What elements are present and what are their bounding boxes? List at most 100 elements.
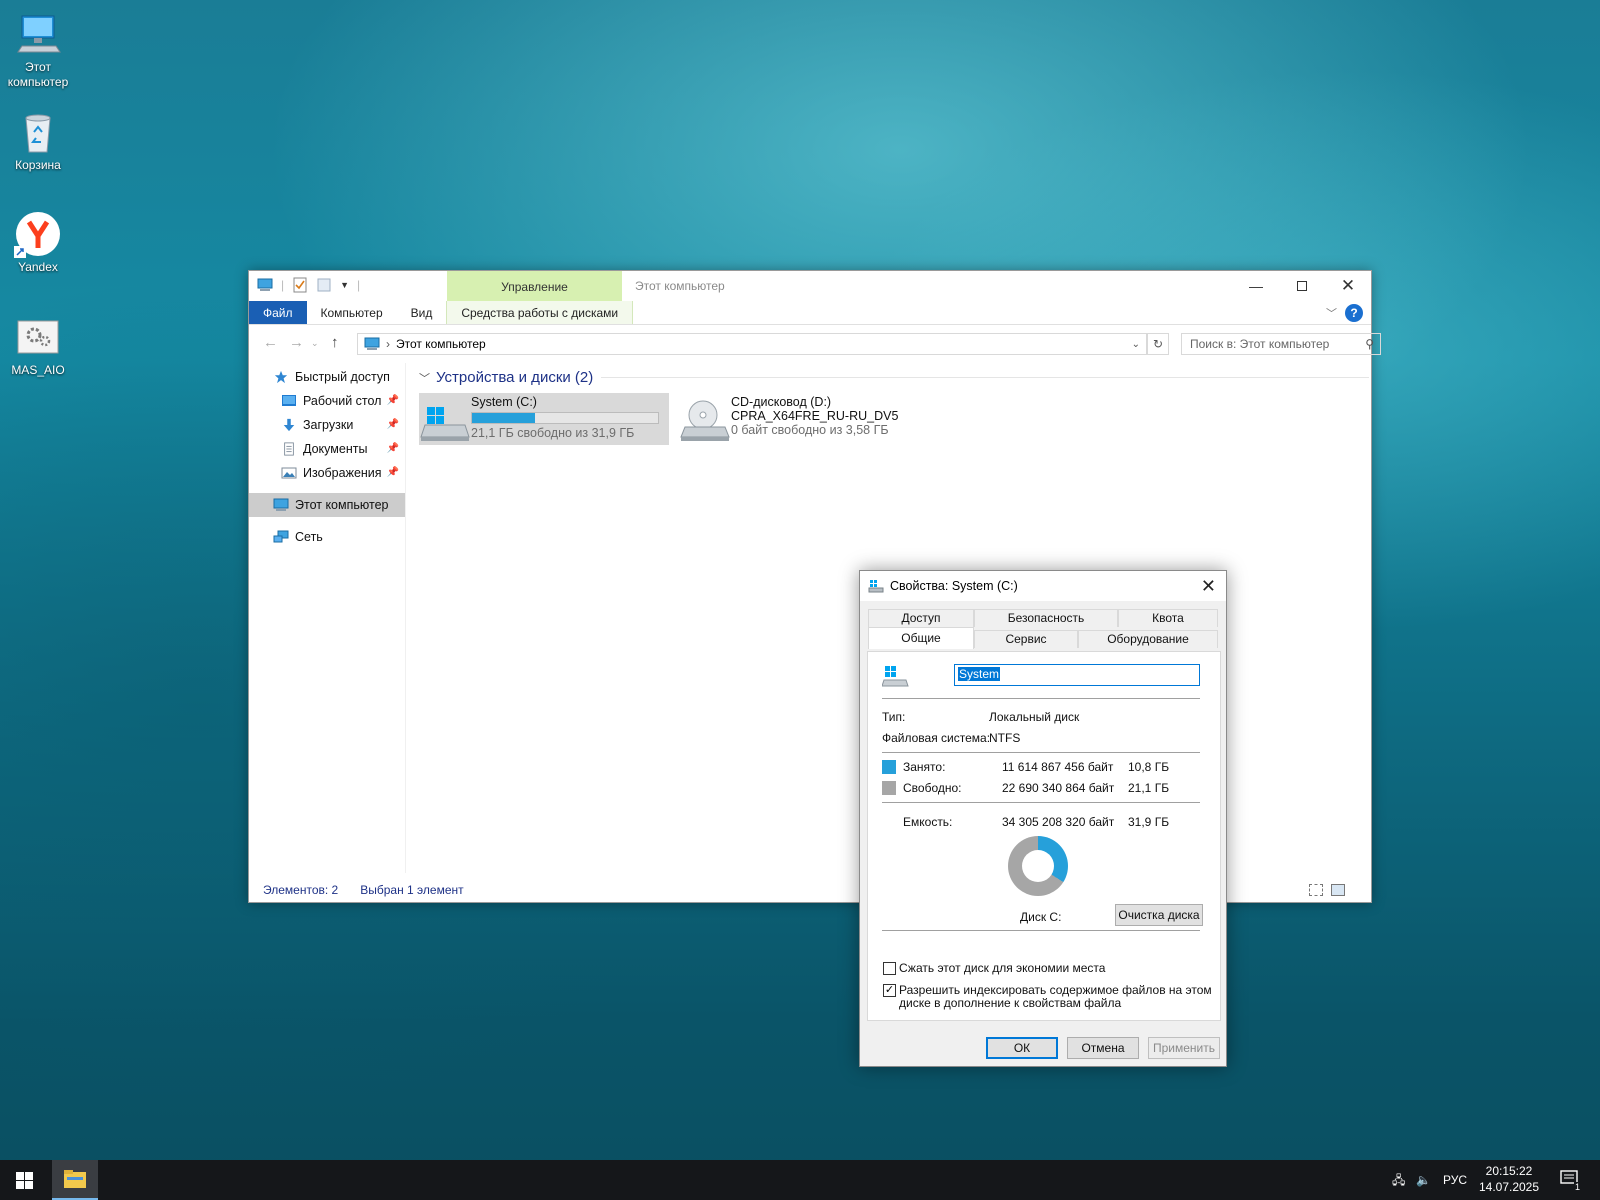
selection-count: Выбран 1 элемент bbox=[360, 883, 464, 897]
properties-icon[interactable] bbox=[292, 277, 308, 293]
chevron-down-icon: ﹀ bbox=[419, 372, 430, 385]
close-button[interactable]: ✕ bbox=[1201, 571, 1216, 601]
group-header-devices[interactable]: ﹀ Устройства и диски (2) bbox=[419, 369, 1369, 386]
disk-usage-chart-hole bbox=[1022, 850, 1054, 882]
download-arrow-icon bbox=[283, 418, 295, 432]
free-gb: 21,1 ГБ bbox=[1128, 781, 1170, 795]
start-button[interactable] bbox=[4, 1160, 44, 1200]
index-checkbox[interactable]: ✓ bbox=[883, 984, 896, 997]
chevron-down-icon[interactable]: ⌄ bbox=[1132, 339, 1140, 350]
compress-checkbox[interactable] bbox=[883, 962, 896, 975]
notification-count: 1 bbox=[1574, 1182, 1582, 1192]
expand-ribbon-icon[interactable]: ﹀ bbox=[1326, 305, 1337, 321]
cancel-button[interactable]: Отмена bbox=[1067, 1037, 1139, 1059]
pin-icon: 📌 bbox=[386, 443, 399, 454]
sidebar-item-downloads[interactable]: Загрузки 📌 bbox=[249, 413, 405, 437]
tab-quota[interactable]: Квота bbox=[1118, 609, 1218, 627]
help-button[interactable]: ? bbox=[1345, 304, 1363, 322]
sidebar-item-documents[interactable]: Документы 📌 bbox=[249, 437, 405, 461]
network-icon[interactable]: 🖧 bbox=[1392, 1160, 1405, 1200]
title-bar: | ▼ | Управление Этот компьютер — ✕ bbox=[249, 271, 1371, 301]
desktop-icon-yandex[interactable]: Yandex bbox=[0, 210, 76, 275]
tab-tools[interactable]: Сервис bbox=[974, 630, 1078, 648]
clock-time: 20:15:22 bbox=[1485, 1164, 1533, 1178]
apply-button[interactable]: Применить bbox=[1148, 1037, 1220, 1059]
quick-access-toolbar: | ▼ | bbox=[257, 277, 360, 293]
tabs-row-top: Доступ Безопасность Квота bbox=[868, 609, 1218, 627]
sidebar-item-pictures[interactable]: Изображения 📌 bbox=[249, 461, 405, 485]
search-placeholder: Поиск в: Этот компьютер bbox=[1190, 337, 1330, 351]
search-input[interactable]: Поиск в: Этот компьютер ⚲ bbox=[1181, 333, 1381, 355]
clock[interactable]: 20:15:22 14.07.2025 bbox=[1478, 1160, 1540, 1200]
breadcrumb-separator: › bbox=[386, 337, 390, 351]
sidebar-item-label: Сеть bbox=[295, 530, 323, 544]
address-bar[interactable]: › Этот компьютер ⌄ bbox=[357, 333, 1147, 355]
drive-name: System (C:) bbox=[471, 395, 537, 409]
sidebar-item-desktop[interactable]: Рабочий стол 📌 bbox=[249, 389, 405, 413]
tab-general[interactable]: Общие bbox=[868, 627, 974, 649]
yandex-browser-icon bbox=[14, 210, 62, 258]
divider bbox=[882, 930, 1200, 931]
star-icon bbox=[274, 370, 288, 384]
tab-computer[interactable]: Компьютер bbox=[307, 301, 397, 324]
up-button[interactable]: ↑ bbox=[331, 334, 339, 351]
disk-cleanup-button[interactable]: Очистка диска bbox=[1115, 904, 1203, 926]
tab-security[interactable]: Безопасность bbox=[974, 609, 1118, 627]
group-header-label: Устройства и диски (2) bbox=[436, 369, 594, 386]
drive-usage-fill bbox=[472, 413, 536, 423]
desktop-icon-this-pc[interactable]: Этот компьютер bbox=[0, 10, 76, 90]
tabs-row-bottom: Общие Сервис Оборудование bbox=[868, 627, 1218, 649]
new-folder-icon[interactable] bbox=[316, 277, 332, 293]
maximize-button[interactable] bbox=[1279, 271, 1325, 301]
drive-item-c[interactable]: System (C:) 21,1 ГБ свободно из 31,9 ГБ bbox=[419, 393, 669, 445]
refresh-button[interactable]: ↻ bbox=[1147, 333, 1169, 355]
breadcrumb[interactable]: Этот компьютер bbox=[396, 337, 486, 351]
large-icons-view-icon[interactable] bbox=[1331, 884, 1345, 896]
tab-sharing[interactable]: Доступ bbox=[868, 609, 974, 627]
window-title: Этот компьютер bbox=[635, 279, 725, 293]
taskbar-file-explorer[interactable] bbox=[52, 1160, 98, 1200]
tab-file[interactable]: Файл bbox=[249, 301, 307, 324]
document-icon bbox=[284, 442, 294, 456]
cd-drive-icon bbox=[679, 393, 731, 441]
tab-hardware[interactable]: Оборудование bbox=[1078, 630, 1218, 648]
desktop-icon-recycle-bin[interactable]: Корзина bbox=[0, 108, 76, 173]
drive-free-space: 21,1 ГБ свободно из 31,9 ГБ bbox=[471, 426, 635, 440]
sidebar-item-quick-access[interactable]: Быстрый доступ bbox=[249, 365, 405, 389]
type-value: Локальный диск bbox=[989, 710, 1080, 724]
computer-icon bbox=[14, 10, 62, 58]
capacity-bytes: 34 305 208 320 байт bbox=[1002, 815, 1115, 829]
folder-icon bbox=[64, 1170, 86, 1188]
dialog-title-bar: Свойства: System (C:) ✕ bbox=[860, 571, 1226, 601]
volume-name-input[interactable]: System bbox=[954, 664, 1200, 686]
desktop-icon-mas-aio[interactable]: MAS_AIO bbox=[0, 313, 76, 378]
free-label: Свободно: bbox=[903, 781, 962, 795]
drive-item-d[interactable]: CD-дисковод (D:) CPRA_X64FRE_RU-RU_DV5 0… bbox=[679, 393, 939, 445]
chevron-down-icon[interactable]: ▼ bbox=[340, 280, 349, 290]
sidebar-item-label: Документы bbox=[303, 442, 368, 456]
item-count: Элементов: 2 bbox=[263, 883, 339, 897]
desktop-icon-label: Корзина bbox=[15, 158, 61, 172]
filesystem-label: Файловая система: bbox=[882, 731, 991, 745]
forward-button[interactable]: → bbox=[289, 334, 304, 351]
minimize-button[interactable]: — bbox=[1233, 271, 1279, 301]
close-button[interactable]: ✕ bbox=[1325, 271, 1371, 301]
tab-view[interactable]: Вид bbox=[397, 301, 447, 324]
ok-button[interactable]: ОК bbox=[986, 1037, 1058, 1059]
sidebar-item-this-pc[interactable]: Этот компьютер bbox=[249, 493, 405, 517]
back-button[interactable]: ← bbox=[263, 334, 278, 351]
sidebar-item-network[interactable]: Сеть bbox=[249, 525, 405, 549]
language-indicator[interactable]: РУС bbox=[1443, 1160, 1467, 1200]
recent-locations-button[interactable]: ⌄ bbox=[311, 338, 319, 349]
divider bbox=[882, 698, 1200, 699]
volume-icon[interactable]: 🔈 bbox=[1416, 1160, 1431, 1200]
network-icon bbox=[273, 530, 289, 543]
ribbon-tabs: Файл Компьютер Вид Средства работы с дис… bbox=[249, 301, 1371, 325]
details-view-icon[interactable] bbox=[1309, 884, 1323, 896]
desktop-icon-label: MAS_AIO bbox=[11, 363, 65, 377]
divider bbox=[882, 752, 1200, 753]
manage-context-tab[interactable]: Управление bbox=[447, 271, 622, 301]
notifications-button[interactable]: 1 bbox=[1556, 1160, 1586, 1200]
tab-drive-tools[interactable]: Средства работы с дисками bbox=[446, 301, 634, 324]
divider bbox=[882, 802, 1200, 803]
